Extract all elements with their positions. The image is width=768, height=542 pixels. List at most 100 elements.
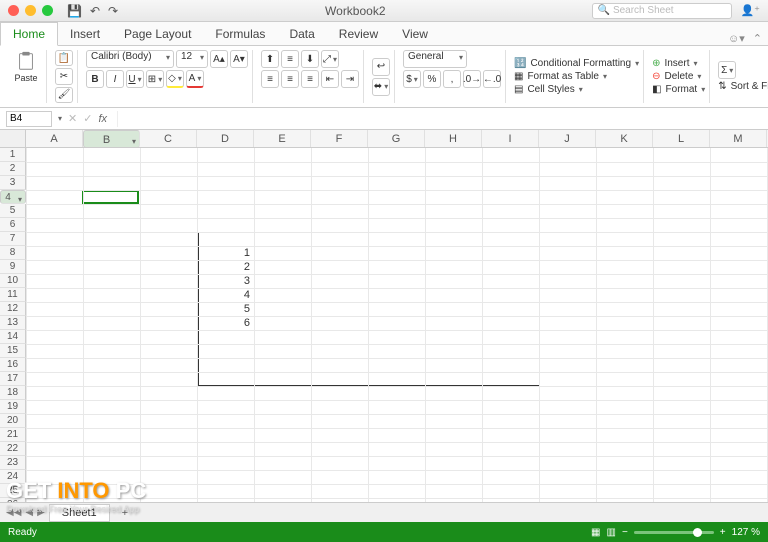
column-header-C[interactable]: C bbox=[140, 130, 197, 147]
tab-page-layout[interactable]: Page Layout bbox=[112, 23, 203, 45]
spreadsheet-grid[interactable]: ABCDEFGHIJKLM 12345678910111213141516171… bbox=[0, 130, 768, 502]
share-icon[interactable]: 👤⁺ bbox=[740, 4, 760, 17]
zoom-slider[interactable] bbox=[634, 531, 714, 534]
align-left-icon[interactable]: ≡ bbox=[261, 70, 279, 88]
copy-icon[interactable]: 📋 bbox=[55, 50, 73, 66]
column-header-F[interactable]: F bbox=[311, 130, 368, 147]
row-header-18[interactable]: 18 bbox=[0, 386, 26, 400]
column-header-I[interactable]: I bbox=[482, 130, 539, 147]
row-header-10[interactable]: 10 bbox=[0, 274, 26, 288]
close-icon[interactable] bbox=[8, 5, 19, 16]
column-header-J[interactable]: J bbox=[539, 130, 596, 147]
increase-font-icon[interactable]: A▴ bbox=[210, 50, 228, 68]
zoom-in-icon[interactable]: + bbox=[720, 527, 726, 538]
view-normal-icon[interactable]: ▦ bbox=[591, 527, 600, 538]
column-header-E[interactable]: E bbox=[254, 130, 311, 147]
save-icon[interactable]: 💾 bbox=[67, 4, 82, 18]
dec-decimal-icon[interactable]: ←.0 bbox=[483, 70, 501, 88]
column-header-L[interactable]: L bbox=[653, 130, 710, 147]
font-color-button[interactable]: A▾ bbox=[186, 70, 204, 88]
undo-icon[interactable]: ↶ bbox=[90, 4, 100, 18]
currency-icon[interactable]: $▾ bbox=[403, 70, 421, 88]
row-header-4[interactable]: 4 bbox=[0, 190, 26, 204]
autosum-icon[interactable]: Σ▾ bbox=[718, 61, 736, 79]
align-bottom-icon[interactable]: ⬇ bbox=[301, 50, 319, 68]
conditional-formatting-button[interactable]: 🔢Conditional Formatting▾ bbox=[514, 58, 639, 69]
cell-D13[interactable]: 6 bbox=[197, 316, 254, 330]
fill-color-button[interactable]: ◇▾ bbox=[166, 70, 184, 88]
number-format-select[interactable]: General bbox=[403, 50, 467, 68]
collapse-ribbon-icon[interactable]: ⌃ bbox=[753, 32, 762, 45]
redo-icon[interactable]: ↷ bbox=[108, 4, 118, 18]
insert-cells-button[interactable]: ⊕Insert▾ bbox=[652, 58, 705, 69]
column-header-G[interactable]: G bbox=[368, 130, 425, 147]
window-controls[interactable] bbox=[8, 5, 53, 16]
column-header-H[interactable]: H bbox=[425, 130, 482, 147]
row-header-2[interactable]: 2 bbox=[0, 162, 26, 176]
format-painter-icon[interactable]: 🖌 bbox=[55, 87, 73, 103]
name-box[interactable] bbox=[6, 111, 52, 127]
tab-view[interactable]: View bbox=[390, 23, 440, 45]
tab-insert[interactable]: Insert bbox=[58, 23, 112, 45]
row-header-6[interactable]: 6 bbox=[0, 218, 26, 232]
column-header-D[interactable]: D bbox=[197, 130, 254, 147]
row-header-23[interactable]: 23 bbox=[0, 456, 26, 470]
view-layout-icon[interactable]: ▥ bbox=[607, 527, 616, 538]
row-header-3[interactable]: 3 bbox=[0, 176, 26, 190]
minimize-icon[interactable] bbox=[25, 5, 36, 16]
delete-cells-button[interactable]: ⊖Delete▾ bbox=[652, 71, 705, 82]
tab-review[interactable]: Review bbox=[327, 23, 390, 45]
formula-input[interactable] bbox=[117, 111, 762, 127]
orientation-icon[interactable]: ⤢▾ bbox=[321, 50, 339, 68]
indent-dec-icon[interactable]: ⇤ bbox=[321, 70, 339, 88]
row-header-12[interactable]: 12 bbox=[0, 302, 26, 316]
align-right-icon[interactable]: ≡ bbox=[301, 70, 319, 88]
cell-D12[interactable]: 5 bbox=[197, 302, 254, 316]
tab-data[interactable]: Data bbox=[277, 23, 326, 45]
comma-icon[interactable]: , bbox=[443, 70, 461, 88]
confirm-formula-icon[interactable]: ✓ bbox=[83, 112, 92, 125]
help-icon[interactable]: ☺▾ bbox=[728, 32, 745, 45]
cell-D11[interactable]: 4 bbox=[197, 288, 254, 302]
align-top-icon[interactable]: ⬆ bbox=[261, 50, 279, 68]
row-header-1[interactable]: 1 bbox=[0, 148, 26, 162]
cut-icon[interactable]: ✂ bbox=[55, 68, 73, 84]
cell-styles-button[interactable]: ▤Cell Styles▾ bbox=[514, 84, 639, 95]
italic-button[interactable]: I bbox=[106, 70, 124, 88]
row-header-15[interactable]: 15 bbox=[0, 344, 26, 358]
inc-decimal-icon[interactable]: .0→ bbox=[463, 70, 481, 88]
row-header-8[interactable]: 8 bbox=[0, 246, 26, 260]
row-header-17[interactable]: 17 bbox=[0, 372, 26, 386]
row-header-13[interactable]: 13 bbox=[0, 316, 26, 330]
row-header-5[interactable]: 5 bbox=[0, 204, 26, 218]
column-header-B[interactable]: B bbox=[83, 130, 140, 148]
select-all-corner[interactable] bbox=[0, 130, 26, 147]
cancel-formula-icon[interactable]: ✕ bbox=[68, 112, 77, 125]
format-as-table-button[interactable]: ▦Format as Table▾ bbox=[514, 71, 639, 82]
row-header-22[interactable]: 22 bbox=[0, 442, 26, 456]
align-center-icon[interactable]: ≡ bbox=[281, 70, 299, 88]
cell-D8[interactable]: 1 bbox=[197, 246, 254, 260]
row-header-20[interactable]: 20 bbox=[0, 414, 26, 428]
row-header-7[interactable]: 7 bbox=[0, 232, 26, 246]
cell-D10[interactable]: 3 bbox=[197, 274, 254, 288]
border-button[interactable]: ⊞▾ bbox=[146, 70, 164, 88]
format-cells-button[interactable]: ◧Format▾ bbox=[652, 84, 705, 95]
font-name-select[interactable]: Calibri (Body) bbox=[86, 50, 174, 68]
tab-formulas[interactable]: Formulas bbox=[203, 23, 277, 45]
font-size-select[interactable]: 12 bbox=[176, 50, 208, 68]
row-header-14[interactable]: 14 bbox=[0, 330, 26, 344]
underline-button[interactable]: U▾ bbox=[126, 70, 144, 88]
indent-inc-icon[interactable]: ⇥ bbox=[341, 70, 359, 88]
merge-icon[interactable]: ⬌▾ bbox=[372, 78, 390, 96]
percent-icon[interactable]: % bbox=[423, 70, 441, 88]
decrease-font-icon[interactable]: A▾ bbox=[230, 50, 248, 68]
row-header-11[interactable]: 11 bbox=[0, 288, 26, 302]
search-input[interactable]: 🔍 Search Sheet bbox=[592, 3, 732, 19]
paste-button[interactable]: Paste bbox=[10, 50, 42, 83]
row-header-21[interactable]: 21 bbox=[0, 428, 26, 442]
maximize-icon[interactable] bbox=[42, 5, 53, 16]
zoom-level[interactable]: 127 % bbox=[732, 527, 760, 538]
sort-filter-button[interactable]: ⇅Sort & Filter bbox=[718, 81, 768, 92]
wrap-text-icon[interactable]: ↩ bbox=[372, 58, 390, 76]
